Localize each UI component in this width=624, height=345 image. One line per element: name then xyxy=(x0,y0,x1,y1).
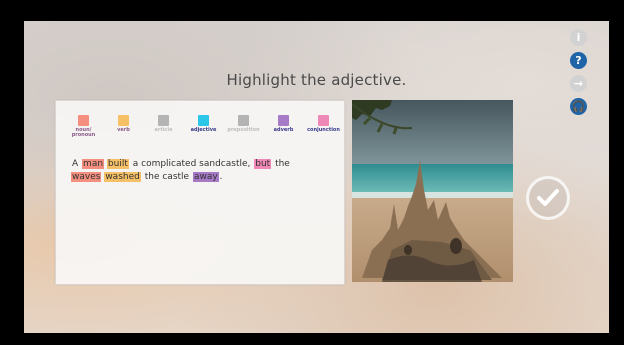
sentence-word[interactable]: the castle xyxy=(144,172,190,182)
legend-label: adjective xyxy=(190,127,217,133)
sentence-line: waves washed the castle away. xyxy=(71,171,326,184)
legend-swatch xyxy=(198,115,209,126)
legend-swatch xyxy=(278,115,289,126)
legend-swatch xyxy=(78,115,89,126)
legend-item[interactable]: verb xyxy=(106,115,141,138)
legend-label: article xyxy=(154,127,173,133)
sentence-line: A man built a complicated sandcastle, bu… xyxy=(71,158,326,171)
sandcastle-image xyxy=(352,100,513,282)
sentence-word[interactable]: washed xyxy=(104,172,141,182)
sentence-word[interactable]: man xyxy=(82,159,105,169)
legend-label: adverb xyxy=(273,127,294,133)
legend-item[interactable]: preposition xyxy=(226,115,261,138)
activity-screen: Highlight the adjective. noun/ pronoun ve… xyxy=(24,21,609,333)
sentence-word[interactable]: but xyxy=(254,159,272,169)
sentence-word[interactable]: away xyxy=(192,172,219,182)
help-icon: ? xyxy=(575,54,582,67)
legend-swatch xyxy=(158,115,169,126)
legend-item[interactable]: noun/ pronoun xyxy=(66,115,101,138)
legend-item[interactable]: adjective xyxy=(186,115,221,138)
legend-item[interactable]: adverb xyxy=(266,115,301,138)
headphones-button[interactable]: 🎧 xyxy=(570,98,587,115)
parts-of-speech-legend: noun/ pronoun verb article adjective preposi… xyxy=(66,115,341,138)
legend-label: noun/ pronoun xyxy=(71,127,96,138)
sentence-word[interactable]: the xyxy=(274,159,291,169)
legend-item[interactable]: conjunction xyxy=(306,115,341,138)
legend-item[interactable]: article xyxy=(146,115,181,138)
sentence-word[interactable]: A xyxy=(71,159,79,169)
info-icon: i xyxy=(576,31,581,44)
sandcastle-photo xyxy=(352,100,513,282)
sentence-word[interactable]: a complicated sandcastle, xyxy=(132,159,252,169)
forward-button[interactable]: → xyxy=(570,75,587,92)
info-button[interactable]: i xyxy=(570,29,587,46)
sentence-word[interactable]: waves xyxy=(71,172,102,182)
check-answer-button[interactable] xyxy=(526,176,570,220)
sentence-word[interactable]: . xyxy=(219,172,224,182)
headphones-icon: 🎧 xyxy=(571,100,586,113)
legend-swatch xyxy=(318,115,329,126)
forward-icon: → xyxy=(573,77,584,90)
sentence-word[interactable]: built xyxy=(106,159,129,169)
legend-label: verb xyxy=(117,127,130,133)
legend-label: preposition xyxy=(227,127,260,133)
checkmark-icon xyxy=(537,189,559,206)
legend-swatch xyxy=(118,115,129,126)
legend-swatch xyxy=(238,115,249,126)
legend-label: conjunction xyxy=(307,127,340,133)
sentence-text: A man built a complicated sandcastle, bu… xyxy=(71,158,326,184)
sentence-panel: noun/ pronoun verb article adjective preposi… xyxy=(55,100,345,285)
help-button[interactable]: ? xyxy=(570,52,587,69)
instruction-title: Highlight the adjective. xyxy=(226,71,407,89)
